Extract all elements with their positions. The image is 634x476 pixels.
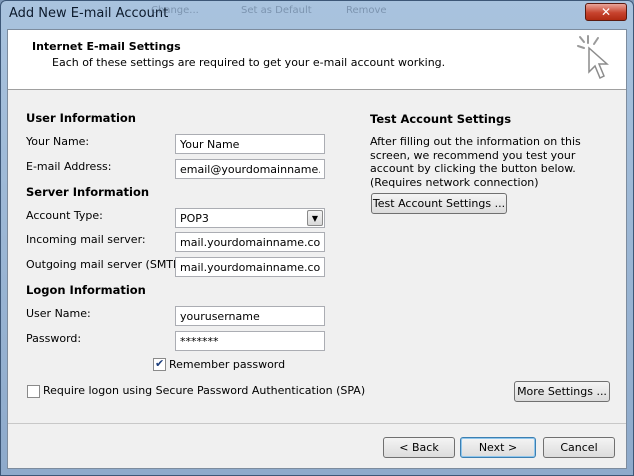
cursor-click-icon	[577, 35, 609, 80]
account-type-value: POP3	[180, 212, 209, 225]
window-title: Add New E-mail Account	[9, 6, 169, 21]
section-logon-info: Logon Information	[26, 283, 146, 297]
cancel-button[interactable]: Cancel	[543, 437, 615, 458]
header-panel: Internet E-mail Settings Each of these s…	[8, 30, 626, 90]
incoming-server-input[interactable]	[175, 232, 325, 252]
username-label: User Name:	[26, 307, 91, 320]
ghost-tab: Remove	[346, 5, 387, 16]
close-button[interactable]: ✕	[585, 3, 627, 21]
chevron-down-icon[interactable]: ▼	[307, 210, 323, 226]
section-user-info: User Information	[26, 111, 136, 125]
ghost-tab: Change...	[151, 5, 199, 16]
account-type-select[interactable]: POP3 ▼	[175, 208, 325, 228]
header-title: Internet E-mail Settings	[32, 40, 181, 53]
remember-password-label: Remember password	[169, 358, 286, 371]
cancel-label: Cancel	[560, 441, 598, 454]
password-label: Password:	[26, 332, 82, 345]
your-name-input[interactable]	[175, 134, 325, 154]
dialog-window: Add New E-mail Account Change... Set as …	[0, 0, 634, 476]
test-account-settings-button[interactable]: Test Account Settings ...	[371, 193, 507, 214]
remember-password-checkbox[interactable]	[153, 357, 166, 371]
email-input[interactable]	[175, 159, 325, 179]
email-label: E-mail Address:	[26, 160, 112, 173]
next-button[interactable]: Next >	[460, 437, 536, 458]
test-settings-description: After filling out the information on thi…	[370, 135, 581, 189]
header-subtitle: Each of these settings are required to g…	[52, 56, 446, 69]
close-icon: ✕	[600, 5, 612, 19]
spa-label: Require logon using Secure Password Auth…	[43, 384, 366, 397]
ghost-tab: Set as Default	[241, 5, 312, 16]
account-type-label: Account Type:	[26, 209, 103, 222]
section-test-settings: Test Account Settings	[370, 112, 512, 126]
footer-divider	[8, 423, 626, 424]
test-account-settings-label: Test Account Settings ...	[372, 197, 506, 210]
username-input[interactable]	[175, 306, 325, 326]
incoming-server-label: Incoming mail server:	[26, 233, 146, 246]
next-label: Next >	[478, 441, 518, 454]
back-label: < Back	[399, 441, 439, 454]
title-bar[interactable]: Add New E-mail Account Change... Set as …	[1, 1, 633, 29]
password-input[interactable]	[175, 331, 325, 351]
your-name-label: Your Name:	[26, 135, 90, 148]
section-server-info: Server Information	[26, 185, 150, 199]
more-settings-label: More Settings ...	[517, 385, 607, 398]
dialog-body: Internet E-mail Settings Each of these s…	[7, 29, 627, 469]
back-button[interactable]: < Back	[383, 437, 455, 458]
outgoing-server-input[interactable]	[175, 257, 325, 277]
spa-checkbox[interactable]	[27, 385, 40, 398]
more-settings-button[interactable]: More Settings ...	[514, 381, 610, 402]
outgoing-server-label: Outgoing mail server (SMTP):	[26, 258, 188, 271]
